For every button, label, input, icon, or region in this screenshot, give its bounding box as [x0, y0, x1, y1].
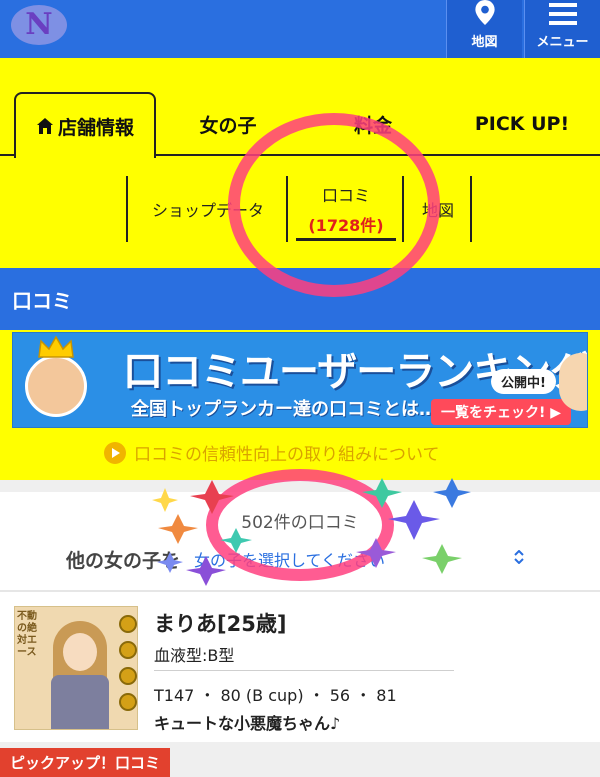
- banner-subtitle: 全国トップランカー達の口コミとは…!?: [131, 399, 456, 420]
- reliability-link-text: 口コミの信頼性向上の取り組みについて: [134, 445, 440, 465]
- menu-button[interactable]: メニュー: [524, 0, 600, 58]
- divider: [154, 670, 454, 671]
- tab-pickup[interactable]: PICK UP!: [452, 92, 592, 156]
- girl-thumbnail[interactable]: 不動の絶対エース: [14, 606, 138, 730]
- review-count: 502件の口コミ: [241, 513, 359, 533]
- thumb-caption: 不動の絶対エース: [17, 611, 37, 658]
- select-arrows-icon: [514, 550, 524, 564]
- girl-blood-type: 血液型:B型: [154, 646, 235, 665]
- banner-avatar-2: [559, 353, 587, 411]
- ranking-banner[interactable]: 口コミユーザーランキング 全国トップランカー達の口コミとは…!? 公開中! 一覧…: [12, 332, 588, 428]
- main-tabs: 店舗情報 女の子 料金 PICK UP!: [0, 92, 600, 158]
- girl-measurements: T147 ・ 80 (B cup) ・ 56 ・ 81: [154, 686, 397, 705]
- hamburger-icon: [548, 3, 577, 25]
- banner-check-button[interactable]: 一覧をチェック! ▶: [431, 399, 572, 425]
- house-icon: [36, 118, 53, 134]
- tab-price-label: 料金: [353, 114, 392, 137]
- play-circle-icon: [104, 441, 126, 464]
- menu-button-label: メニュー: [536, 35, 589, 50]
- girl-filter-select[interactable]: 他の女の子を 女の子を選択してください: [66, 544, 536, 574]
- tab-store-info[interactable]: 店舗情報: [14, 92, 156, 158]
- subtab-divider: [470, 176, 472, 242]
- thumb-face: [63, 633, 97, 671]
- thumb-dress: [51, 675, 109, 729]
- tab-pickup-label: PICK UP!: [474, 113, 570, 135]
- filter-label: 他の女の子を: [66, 549, 181, 572]
- section-title: 口コミ: [0, 268, 600, 330]
- active-subtab-underline: [296, 238, 396, 241]
- tab-price[interactable]: 料金: [318, 92, 428, 156]
- filter-value: 女の子を選択してください: [194, 551, 386, 570]
- map-button[interactable]: 地図: [446, 0, 522, 58]
- reliability-link[interactable]: 口コミの信頼性向上の取り組みについて: [104, 440, 440, 465]
- top-bar: N 地図 メニュー: [0, 0, 600, 58]
- section-title-text: 口コミ: [12, 288, 72, 313]
- tab-girls[interactable]: 女の子: [178, 92, 278, 156]
- medal-icon: [119, 641, 137, 659]
- medal-icon: [119, 667, 137, 685]
- banner-badge: 公開中!: [491, 369, 556, 394]
- subtab-shop-data[interactable]: ショップデータ: [130, 176, 286, 242]
- crown-icon: [38, 335, 74, 358]
- reviews-count: (1728件): [308, 216, 384, 235]
- subtab-divider: [286, 176, 288, 242]
- girl-catchphrase: キュートな小悪魔ちゃん♪: [154, 714, 341, 733]
- map-button-label: 地図: [471, 35, 498, 50]
- subtab-shop-data-label: ショップデータ: [151, 201, 264, 220]
- svg-text:N: N: [25, 7, 52, 42]
- tab-store-info-label: 店舗情報: [57, 116, 134, 139]
- subtab-map[interactable]: 地図: [406, 176, 470, 242]
- girl-name[interactable]: まりあ[25歳]: [154, 608, 286, 638]
- subtab-divider: [402, 176, 404, 242]
- map-pin-icon: [474, 0, 495, 25]
- divider: [0, 590, 600, 592]
- sub-tabs: ショップデータ 口コミ (1728件) 地図: [0, 176, 600, 242]
- pickup-review-tab[interactable]: ピックアップ！口コミ: [0, 748, 171, 777]
- banner-avatar: [25, 355, 87, 417]
- subtab-reviews-label: 口コミ: [321, 186, 370, 205]
- medal-icon: [119, 615, 137, 633]
- site-logo[interactable]: N: [8, 2, 70, 48]
- tab-girls-label: 女の子: [199, 114, 257, 137]
- subtab-divider: [126, 176, 128, 242]
- subtab-map-label: 地図: [421, 201, 454, 220]
- subtab-reviews[interactable]: 口コミ (1728件): [290, 176, 402, 242]
- section-gap: [0, 480, 600, 492]
- medal-icon: [119, 693, 137, 711]
